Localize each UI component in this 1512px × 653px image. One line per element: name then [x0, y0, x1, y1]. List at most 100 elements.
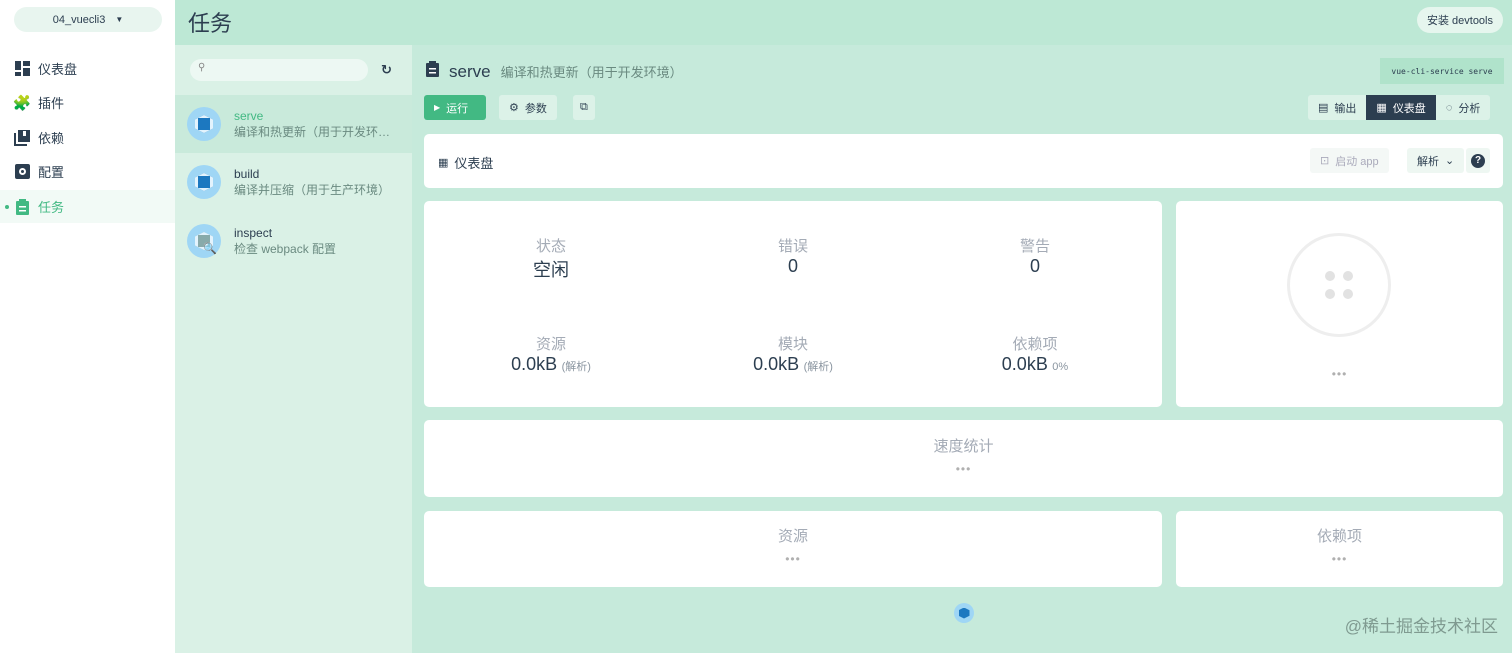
chevron-down-icon: ⌄: [1445, 155, 1455, 167]
dots-icon: [1325, 271, 1353, 299]
task-desc: 检查 webpack 配置: [234, 241, 337, 256]
header: [175, 0, 1512, 45]
active-indicator: [5, 204, 9, 209]
project-selector[interactable]: 04_vuecli3 ▼: [14, 7, 162, 32]
deps-value: 0.0kB: [1001, 354, 1048, 374]
refresh-icon[interactable]: ↻: [381, 62, 392, 78]
tab-output[interactable]: ▤ 输出: [1308, 95, 1367, 120]
sidebar-item-config[interactable]: 配置: [0, 155, 175, 188]
modules-note: (解析): [803, 361, 833, 373]
modules-label: 模块: [777, 336, 808, 353]
mode-select[interactable]: 解析 ⌄: [1407, 148, 1465, 173]
sidebar-item-dashboard[interactable]: 仪表盘: [0, 52, 175, 85]
task-title: serve: [449, 62, 491, 81]
open-external-icon[interactable]: ⧉: [573, 95, 595, 120]
install-devtools-button[interactable]: 安装 devtools: [1416, 7, 1503, 33]
task-item-serve[interactable]: serve 编译和热更新（用于开发环境）: [175, 95, 412, 153]
webpack-icon: [954, 603, 974, 623]
project-name: 04_vuecli3: [52, 13, 106, 26]
run-label: 运行: [446, 102, 469, 115]
tab-label: 分析: [1458, 102, 1481, 115]
task-item-inspect[interactable]: 🔍 inspect 检查 webpack 配置: [175, 212, 412, 270]
warnings-value: 0: [1029, 256, 1040, 276]
run-button[interactable]: ▶ 运行: [424, 95, 486, 120]
errors-label: 错误: [777, 238, 808, 255]
progress-circle: [1287, 233, 1391, 337]
sidebar-item-dependencies[interactable]: 依赖: [0, 121, 175, 154]
tab-dashboard[interactable]: ▦ 仪表盘: [1366, 95, 1436, 120]
warnings-label: 警告: [1019, 238, 1050, 255]
play-icon: ▶: [434, 103, 441, 112]
start-app-label: 启动 app: [1335, 155, 1379, 168]
status-value: 空闲: [533, 260, 569, 280]
clipboard-icon: [14, 198, 30, 215]
deps-label: 依赖项: [1012, 336, 1058, 353]
sidebar-item-plugins[interactable]: 🧩 插件: [0, 86, 175, 119]
progress-card: •••: [1176, 201, 1503, 407]
dashboard-icon: [14, 61, 30, 77]
command-badge: vue-cli-service serve: [1380, 58, 1504, 84]
page-title: 任务: [188, 11, 233, 36]
loading-indicator: •••: [1331, 552, 1348, 566]
sidebar-item-label: 配置: [38, 165, 65, 180]
sidebar-item-label: 依赖: [38, 131, 65, 146]
task-search-input[interactable]: ⚲: [190, 59, 368, 81]
open-icon: ⊡: [1320, 155, 1330, 167]
gear-icon: ⚙: [509, 102, 519, 114]
task-item-build[interactable]: build 编译并压缩（用于生产环境）: [175, 153, 412, 211]
modules-value: 0.0kB: [753, 354, 800, 374]
deps-title: 依赖项: [1316, 528, 1362, 545]
tab-label: 仪表盘: [1392, 102, 1426, 115]
dashboard-icon: ▦: [438, 157, 449, 169]
settings-icon: [14, 164, 30, 180]
tab-analyze[interactable]: ◌ 分析: [1435, 95, 1491, 120]
webpack-icon: [187, 165, 221, 199]
task-description: 编译和热更新（用于开发环境）: [500, 65, 683, 80]
task-name: build: [234, 166, 260, 181]
task-name: inspect: [234, 225, 273, 240]
output-icon: ▤: [1318, 102, 1329, 114]
assets-label: 资源: [535, 336, 566, 353]
params-button[interactable]: ⚙ 参数: [499, 95, 557, 120]
speed-stats-card: 速度统计 •••: [424, 420, 1503, 497]
dashboard-toolbar: ▦ 仪表盘 ⊡ 启动 app 解析 ⌄ ?: [424, 134, 1503, 188]
sidebar-item-label: 任务: [38, 200, 65, 215]
task-desc: 编译并压缩（用于生产环境）: [234, 182, 391, 197]
loading-indicator: •••: [955, 462, 972, 476]
assets-title: 资源: [777, 528, 808, 545]
assets-value: 0.0kB: [511, 354, 558, 374]
view-switcher: ▤ 输出 ▦ 仪表盘 ◌ 分析: [1308, 95, 1491, 120]
puzzle-icon: 🧩: [12, 94, 32, 112]
clipboard-icon: [426, 61, 439, 82]
loading-indicator: •••: [1331, 367, 1348, 381]
task-name: serve: [234, 108, 264, 123]
task-desc: 编译和热更新（用于开发环境）: [234, 124, 396, 139]
deps-card: 依赖项 •••: [1176, 511, 1503, 587]
help-icon: ?: [1471, 153, 1485, 168]
library-icon: [14, 129, 30, 146]
tab-label: 输出: [1334, 102, 1357, 115]
errors-value: 0: [787, 256, 798, 276]
caret-down-icon: ▼: [115, 15, 124, 24]
params-label: 参数: [524, 102, 547, 115]
assets-card: 资源 •••: [424, 511, 1162, 587]
webpack-inspect-icon: 🔍: [187, 224, 221, 258]
dashboard-title: 仪表盘: [454, 156, 494, 171]
assets-note: (解析): [561, 361, 591, 373]
sidebar-item-tasks[interactable]: 任务: [0, 190, 175, 223]
dashboard-icon: ▦: [1376, 102, 1387, 114]
loading-indicator: •••: [785, 552, 801, 566]
status-label: 状态: [535, 238, 566, 255]
deps-percent: 0%: [1052, 361, 1069, 373]
sidebar-item-label: 插件: [38, 96, 65, 111]
help-button[interactable]: ?: [1466, 148, 1490, 173]
stats-card: 状态 空闲 错误 0 警告 0 资源 0.0kB (解析) 模块 0.0kB (解析) 依…: [424, 201, 1162, 407]
mode-label: 解析: [1417, 155, 1439, 168]
search-icon: ⚲: [198, 62, 206, 73]
speed-stats-title: 速度统计: [933, 438, 994, 455]
sidebar-item-label: 仪表盘: [38, 62, 78, 77]
webpack-icon: [187, 107, 221, 141]
analyze-icon: ◌: [1445, 101, 1453, 114]
start-app-button[interactable]: ⊡ 启动 app: [1310, 148, 1389, 173]
watermark: @稀土掘金技术社区: [1344, 617, 1498, 636]
